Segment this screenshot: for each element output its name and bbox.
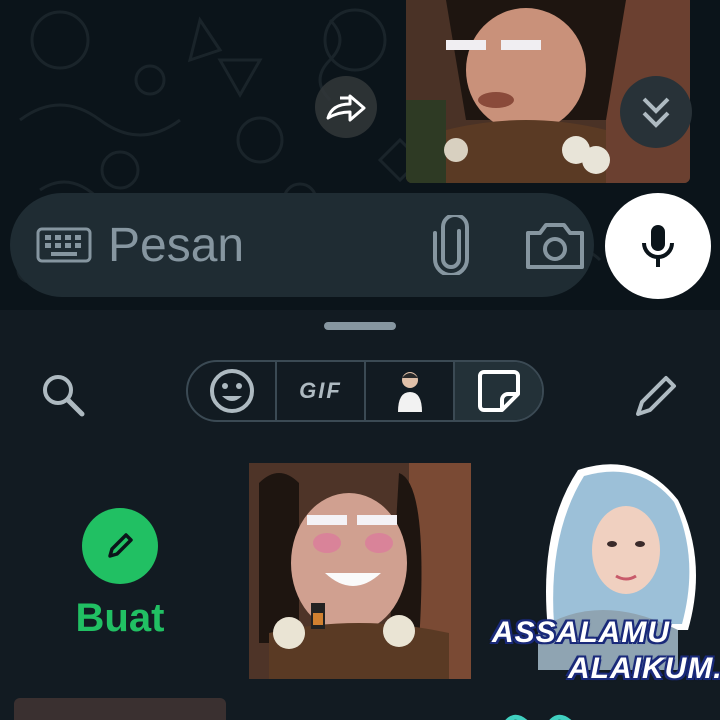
message-input[interactable] [108, 213, 388, 277]
emoji-icon [209, 369, 254, 413]
sticker-icon [477, 370, 520, 412]
panel-drag-handle[interactable] [324, 322, 396, 330]
tab-stickers[interactable] [455, 362, 542, 420]
pencil-icon[interactable] [630, 370, 682, 422]
sticker-item[interactable] [14, 698, 226, 720]
voice-message-button[interactable] [605, 193, 711, 299]
sticker-panel: GIF Buat ASSALAMU ALAIKUM.. [0, 310, 720, 720]
sticker-item[interactable] [249, 463, 471, 679]
forward-button[interactable] [315, 76, 377, 138]
double-chevron-down-icon [642, 97, 670, 128]
gif-icon: GIF [299, 378, 342, 403]
paperclip-icon[interactable] [428, 215, 474, 275]
sticker-caption-line1: ASSALAMU [492, 616, 670, 649]
tab-avatar[interactable] [366, 362, 455, 420]
message-composer [10, 193, 594, 297]
tab-emoji[interactable] [188, 362, 277, 420]
create-sticker-button[interactable] [82, 508, 158, 584]
scroll-to-bottom-button[interactable] [620, 76, 692, 148]
forward-icon [326, 94, 366, 122]
avatar-icon [397, 372, 422, 412]
whatsapp-screen: GIF Buat [0, 0, 720, 720]
create-sticker-label[interactable]: Buat [60, 596, 180, 641]
tab-gif[interactable]: GIF [277, 362, 366, 420]
keyboard-icon[interactable] [36, 227, 92, 263]
edit-icon [108, 533, 133, 558]
microphone-icon [642, 225, 674, 267]
sticker-item[interactable] [496, 706, 586, 720]
sticker-picture [249, 463, 471, 679]
sticker-item-greeting[interactable]: ASSALAMU ALAIKUM.. [488, 460, 720, 686]
camera-icon[interactable] [522, 219, 588, 271]
media-type-tabs: GIF [186, 360, 544, 422]
sticker-caption-line2: ALAIKUM.. [568, 652, 720, 685]
search-icon[interactable] [38, 370, 88, 420]
